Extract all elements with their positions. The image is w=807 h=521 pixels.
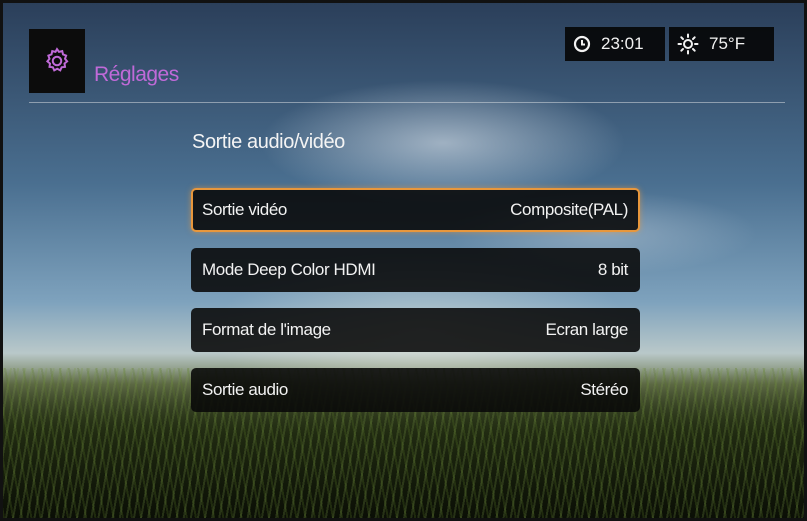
- settings-screen: Réglages 23:01 75°F Sortie audio/vidéo S…: [0, 0, 807, 521]
- settings-icon-tile: [29, 29, 85, 93]
- menu-item-format-image[interactable]: Format de l'image Ecran large: [191, 308, 640, 352]
- page-title: Réglages: [94, 63, 179, 86]
- section-title: Sortie audio/vidéo: [192, 131, 345, 153]
- menu-item-deep-color[interactable]: Mode Deep Color HDMI 8 bit: [191, 248, 640, 292]
- gear-icon: [45, 47, 69, 72]
- menu-item-label: Mode Deep Color HDMI: [202, 260, 376, 279]
- menu-item-sortie-audio[interactable]: Sortie audio Stéréo: [191, 368, 640, 412]
- menu-item-label: Format de l'image: [202, 320, 331, 339]
- temperature: 75°F: [709, 34, 746, 53]
- menu-item-sortie-video[interactable]: Sortie vidéo Composite(PAL): [191, 188, 640, 232]
- menu-item-value: Composite(PAL): [510, 200, 628, 219]
- menu-item-value: Stéréo: [580, 380, 628, 399]
- clock-icon: [573, 35, 591, 53]
- header-divider: [29, 102, 785, 103]
- menu-item-value: 8 bit: [597, 260, 629, 279]
- sun-icon: [677, 33, 699, 55]
- menu-item-label: Sortie audio: [202, 380, 288, 399]
- weather-panel: 75°F: [669, 27, 774, 61]
- menu-item-value: Ecran large: [545, 320, 628, 339]
- clock-time: 23:01: [601, 34, 644, 53]
- menu-item-label: Sortie vidéo: [202, 200, 287, 219]
- clock-panel: 23:01: [565, 27, 665, 61]
